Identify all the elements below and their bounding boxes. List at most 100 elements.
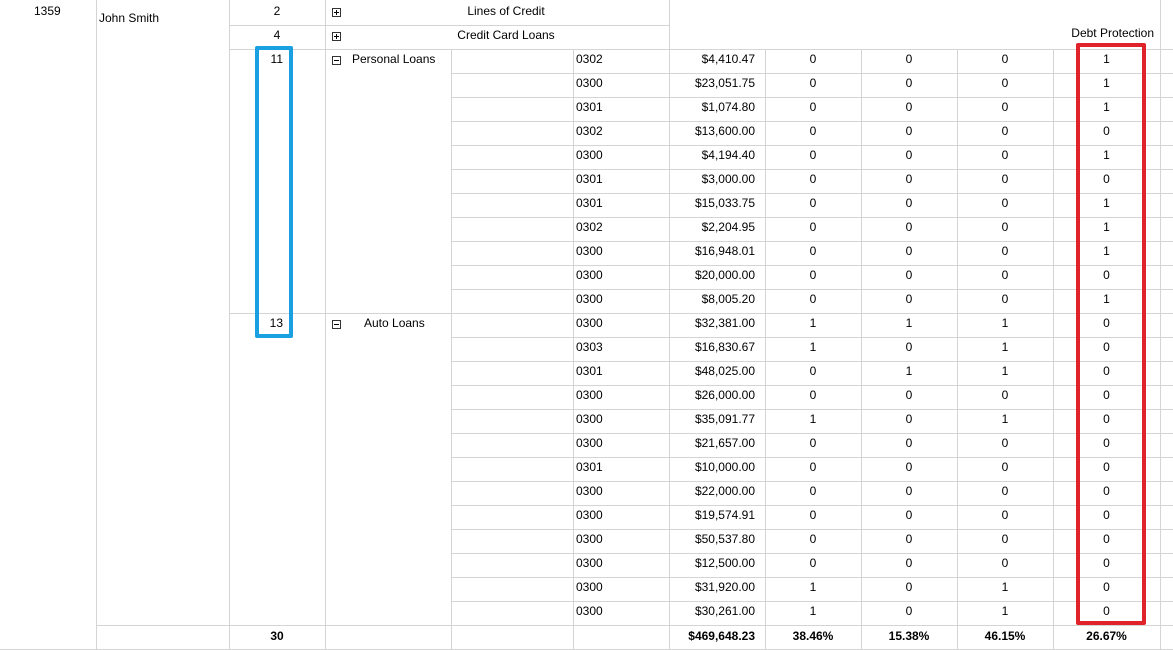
row-flag-1: 0	[809, 460, 817, 474]
row-flag-1: 0	[809, 124, 817, 138]
total-pct-3: 46.15%	[984, 629, 1026, 643]
collapse-auto-loans-icon[interactable]	[332, 320, 341, 329]
row-flag-3: 0	[1001, 388, 1009, 402]
row-flag-1: 0	[809, 364, 817, 378]
row-flag-1: 1	[809, 316, 817, 330]
row-amount: $2,204.95	[701, 220, 755, 234]
row-flag-3: 0	[1001, 460, 1009, 474]
row-flag-2: 1	[905, 364, 913, 378]
row-code: 0301	[576, 100, 603, 114]
row-flag-2: 0	[905, 76, 913, 90]
row-amount: $50,537.80	[694, 532, 755, 546]
row-flag-3: 0	[1001, 172, 1009, 186]
row-amount: $23,051.75	[694, 76, 755, 90]
row-flag-2: 0	[905, 172, 913, 186]
row-code: 0300	[576, 388, 603, 402]
row-amount: $4,194.40	[701, 148, 755, 162]
row-flag-3: 0	[1001, 244, 1009, 258]
row-flag-1: 0	[809, 244, 817, 258]
row-flag-2: 0	[905, 604, 913, 618]
row-flag-3: 1	[1001, 604, 1009, 618]
row-flag-3: 1	[1001, 340, 1009, 354]
row-code: 0301	[576, 196, 603, 210]
row-amount: $30,261.00	[694, 604, 755, 618]
row-amount: $16,948.01	[694, 244, 755, 258]
row-flag-3: 1	[1001, 412, 1009, 426]
total-pct-1: 38.46%	[792, 629, 834, 643]
row-flag-2: 0	[905, 244, 913, 258]
row-flag-1: 0	[809, 196, 817, 210]
row-code: 0302	[576, 52, 603, 66]
row-flag-2: 0	[905, 436, 913, 450]
row-code: 0300	[576, 412, 603, 426]
row-flag-1: 0	[809, 268, 817, 282]
group-label-credit-card-loans: Credit Card Loans	[457, 28, 555, 42]
row-amount: $32,381.00	[694, 316, 755, 330]
row-code: 0301	[576, 460, 603, 474]
row-flag-1: 1	[809, 604, 817, 618]
row-amount: $31,920.00	[694, 580, 755, 594]
row-flag-1: 0	[809, 436, 817, 450]
row-amount: $19,574.91	[694, 508, 755, 522]
row-flag-1: 0	[809, 76, 817, 90]
row-flag-2: 0	[905, 580, 913, 594]
row-code: 0300	[576, 76, 603, 90]
row-amount: $16,830.67	[694, 340, 755, 354]
row-flag-2: 0	[905, 508, 913, 522]
group-label-auto-loans: Auto Loans	[364, 316, 425, 330]
row-flag-2: 0	[905, 220, 913, 234]
expand-credit-card-loans-icon[interactable]	[332, 32, 341, 41]
row-flag-2: 0	[905, 100, 913, 114]
row-flag-3: 0	[1001, 268, 1009, 282]
row-flag-2: 0	[905, 196, 913, 210]
row-flag-1: 0	[809, 292, 817, 306]
row-code: 0300	[576, 148, 603, 162]
row-flag-3: 1	[1001, 316, 1009, 330]
row-flag-1: 0	[809, 148, 817, 162]
row-flag-1: 0	[809, 388, 817, 402]
group-count-lines-of-credit: 2	[273, 4, 281, 18]
blue-highlight-box	[255, 46, 293, 338]
customer-id: 1359	[34, 4, 61, 18]
row-flag-1: 0	[809, 100, 817, 114]
row-flag-3: 0	[1001, 52, 1009, 66]
row-amount: $10,000.00	[694, 460, 755, 474]
row-code: 0300	[576, 316, 603, 330]
row-flag-2: 0	[905, 268, 913, 282]
row-flag-1: 0	[809, 532, 817, 546]
row-code: 0303	[576, 340, 603, 354]
row-flag-1: 0	[809, 52, 817, 66]
row-code: 0301	[576, 364, 603, 378]
row-amount: $4,410.47	[701, 52, 755, 66]
row-flag-2: 1	[905, 316, 913, 330]
row-flag-3: 0	[1001, 532, 1009, 546]
row-flag-2: 0	[905, 460, 913, 474]
row-amount: $13,600.00	[694, 124, 755, 138]
row-flag-3: 0	[1001, 196, 1009, 210]
row-amount: $22,000.00	[694, 484, 755, 498]
row-code: 0300	[576, 292, 603, 306]
row-code: 0300	[576, 556, 603, 570]
row-amount: $20,000.00	[694, 268, 755, 282]
row-flag-3: 0	[1001, 556, 1009, 570]
row-code: 0300	[576, 244, 603, 258]
row-code: 0300	[576, 268, 603, 282]
row-code: 0300	[576, 508, 603, 522]
row-flag-2: 0	[905, 340, 913, 354]
row-flag-2: 0	[905, 484, 913, 498]
row-flag-3: 0	[1001, 292, 1009, 306]
row-flag-3: 0	[1001, 508, 1009, 522]
row-flag-2: 0	[905, 292, 913, 306]
row-flag-1: 1	[809, 340, 817, 354]
row-code: 0300	[576, 580, 603, 594]
row-code: 0301	[576, 172, 603, 186]
row-flag-2: 0	[905, 148, 913, 162]
row-flag-1: 0	[809, 172, 817, 186]
row-flag-3: 0	[1001, 436, 1009, 450]
row-flag-2: 0	[905, 124, 913, 138]
total-count: 30	[270, 629, 284, 643]
row-flag-1: 0	[809, 508, 817, 522]
collapse-personal-loans-icon[interactable]	[332, 56, 341, 65]
row-flag-1: 0	[809, 556, 817, 570]
expand-lines-of-credit-icon[interactable]	[332, 8, 341, 17]
